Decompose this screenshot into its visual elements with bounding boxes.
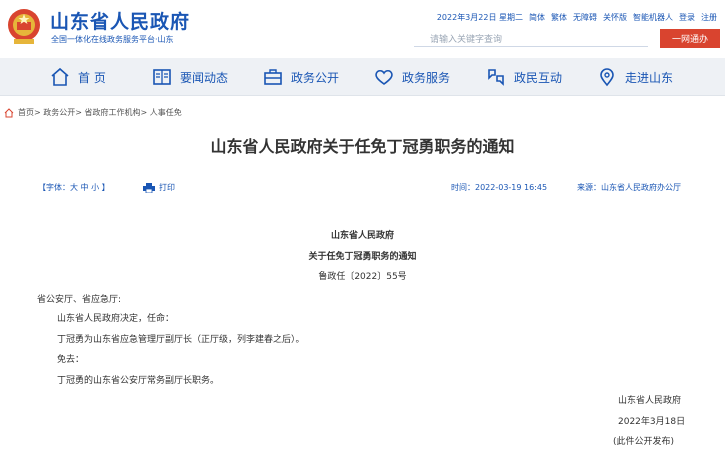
doc-paragraph: 山东省人民政府决定，任命： — [57, 314, 175, 324]
nav-item-services[interactable]: 政务服务 — [374, 58, 450, 96]
publish-time: 时间：2022-03-19 16:45 — [451, 183, 548, 192]
login-link[interactable]: 登录 — [679, 12, 695, 23]
site-name[interactable]: 山东省人民政府 — [50, 7, 190, 34]
traditional-link[interactable]: 繁体 — [551, 12, 567, 23]
nav-item-open-government[interactable]: 政务公开 — [263, 58, 339, 96]
source-text: 来源：山东省人民政府办公厅 — [577, 183, 681, 192]
newspaper-icon — [153, 69, 171, 85]
nav-label: 政务公开 — [291, 70, 340, 85]
doc-paragraph: 免去： — [57, 355, 85, 365]
doc-paragraph: 丁冠勇为山东省应急管理厅副厅长（正厅级，列李建春之后）。 — [57, 335, 305, 345]
nav-label: 政民互动 — [514, 70, 563, 85]
doc-addressee: 省公安厅、省应急厅: — [37, 295, 122, 305]
print-label: 打印 — [159, 183, 175, 192]
heart-icon — [375, 69, 393, 85]
breadcrumb: 首页> 政务公开> 省政府工作机构> 人事任免 — [4, 107, 182, 118]
accessibility-link[interactable]: 无障碍 — [573, 12, 597, 23]
nav-item-interaction[interactable]: 政民互动 — [486, 58, 562, 96]
page-title: 山东省人民政府关于任免丁冠勇职务的通知 — [210, 137, 515, 156]
home-icon — [51, 67, 69, 86]
doc-paragraph: 丁冠勇的山东省公安厅常务副厅长职务。 — [57, 376, 220, 386]
robot-link[interactable]: 智能机器人 — [633, 12, 673, 23]
home-icon — [4, 107, 14, 117]
printer-icon — [143, 182, 155, 193]
care-mode-link[interactable]: 关怀版 — [603, 12, 627, 23]
nav-label: 要闻动态 — [180, 70, 229, 85]
nav-label: 走进山东 — [625, 70, 674, 85]
interaction-icon — [488, 69, 504, 86]
register-link[interactable]: 注册 — [701, 12, 717, 23]
breadcrumb-text[interactable]: 首页> 政务公开> 省政府工作机构> 人事任免 — [18, 107, 182, 118]
location-icon — [600, 68, 614, 87]
search-input[interactable]: 请输入关键字查询 — [414, 29, 648, 47]
national-emblem-icon[interactable] — [6, 7, 42, 47]
main-nav: 首 页 要闻动态 政务公开 政务服务 政民互动 走进山东 — [0, 58, 725, 96]
nav-item-news[interactable]: 要闻动态 — [152, 58, 228, 96]
doc-date: 2022年3月18日 — [618, 417, 686, 427]
print-button[interactable]: 打印 — [143, 182, 175, 193]
nav-label: 首 页 — [78, 70, 106, 85]
search-button[interactable]: 一网通办 — [660, 29, 720, 48]
top-links: 2022年3月22日 星期二 简体 繁体 无障碍 关怀版 智能机器人 登录 注册 — [437, 12, 717, 23]
doc-issuer: 山东省人民政府 — [330, 231, 394, 241]
briefcase-icon — [264, 69, 282, 85]
site-subtitle[interactable]: 全国一体化在线政务服务平台·山东 — [51, 34, 174, 45]
doc-heading: 关于任免丁冠勇职务的通知 — [308, 252, 417, 262]
doc-signature: 山东省人民政府 — [618, 396, 682, 406]
simplified-link[interactable]: 简体 — [529, 12, 545, 23]
nav-label: 政务服务 — [402, 70, 451, 85]
font-size-control[interactable]: 【字体：大 中 小 】 — [38, 182, 110, 193]
nav-item-about-shandong[interactable]: 走进山东 — [597, 58, 673, 96]
date-text: 2022年3月22日 星期二 — [436, 13, 523, 22]
site-header: 山东省人民政府 全国一体化在线政务服务平台·山东 2022年3月22日 星期二 … — [0, 0, 725, 58]
doc-number: 鲁政任〔2022〕55号 — [318, 272, 407, 282]
nav-item-home[interactable]: 首 页 — [50, 58, 106, 96]
doc-note: (此件公开发布) — [613, 437, 675, 447]
